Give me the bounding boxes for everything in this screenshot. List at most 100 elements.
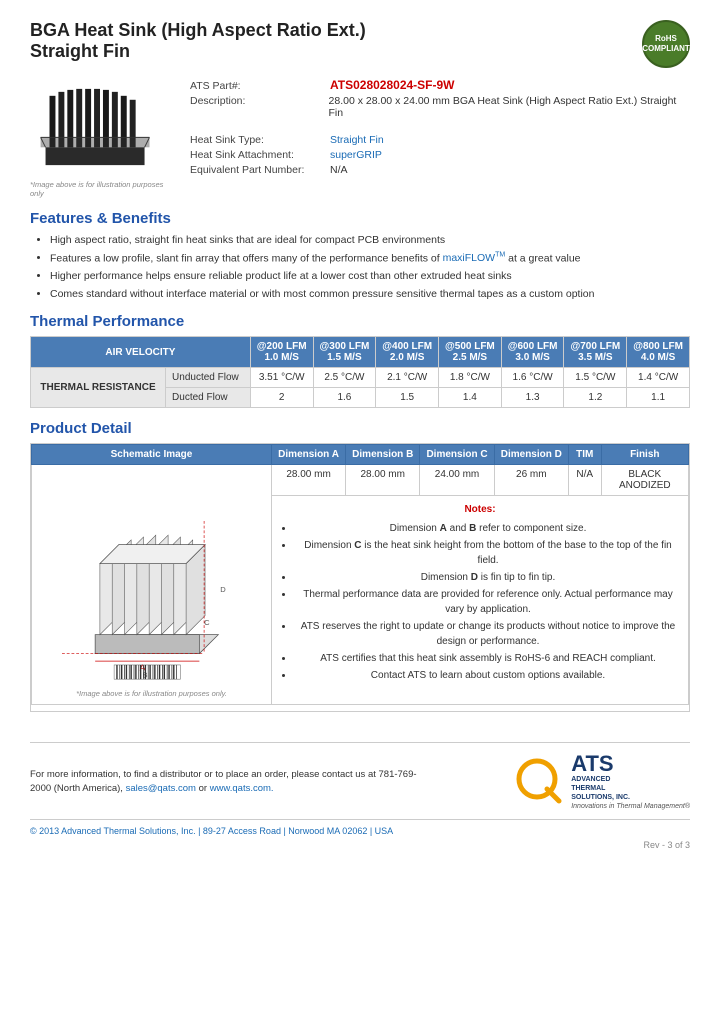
note-7: Contact ATS to learn about custom option… — [294, 668, 682, 683]
detail-header-row: Schematic Image Dimension A Dimension B … — [32, 445, 689, 465]
features-list: High aspect ratio, straight fin heat sin… — [30, 233, 690, 301]
schematic-svg: A D C B — [52, 502, 252, 682]
col-finish: Finish — [601, 445, 688, 465]
dimension-values-row: 28.00 mm 28.00 mm 24.00 mm 26 mm N/A BLA… — [32, 465, 689, 496]
schematic-note: *Image above is for illustration purpose… — [38, 689, 265, 698]
ducted-700: 1.2 — [564, 388, 627, 408]
product-detail-table: Schematic Image Dimension A Dimension B … — [31, 444, 689, 705]
unducted-flow-label: Unducted Flow — [166, 368, 251, 388]
unducted-200: 3.51 °C/W — [250, 368, 313, 388]
col-300lfm: @300 LFM1.5 M/S — [313, 337, 376, 368]
maxiflow-link[interactable]: maxiFLOWTM — [443, 252, 506, 264]
attachment-label: Heat Sink Attachment: — [190, 149, 330, 161]
col-dim-b: Dimension B — [346, 445, 420, 465]
description-label: Description: — [190, 95, 329, 107]
unducted-400: 2.1 °C/W — [376, 368, 439, 388]
description-value: 28.00 x 28.00 x 24.00 mm BGA Heat Sink (… — [329, 95, 690, 119]
heatsink-type-label: Heat Sink Type: — [190, 134, 330, 146]
equiv-part-row: Equivalent Part Number: N/A — [190, 164, 690, 176]
col-400lfm: @400 LFM2.0 M/S — [376, 337, 439, 368]
air-velocity-header: AIR VELOCITY — [31, 337, 251, 368]
note-5: ATS reserves the right to update or chan… — [294, 619, 682, 649]
note-4: Thermal performance data are provided fo… — [294, 587, 682, 617]
thermal-table-header-row: AIR VELOCITY @200 LFM1.0 M/S @300 LFM1.5… — [31, 337, 690, 368]
product-title-line2: Straight Fin — [30, 41, 366, 62]
note-2: Dimension C is the heat sink height from… — [294, 538, 682, 568]
heatsink-type-row: Heat Sink Type: Straight Fin — [190, 134, 690, 146]
ducted-600: 1.3 — [501, 388, 564, 408]
attachment-row: Heat Sink Attachment: superGRIP — [190, 149, 690, 161]
heatsink-type-value: Straight Fin — [330, 134, 384, 146]
feature-item-1: High aspect ratio, straight fin heat sin… — [50, 233, 690, 248]
ats-logo-text: ATS ADVANCEDTHERMALSOLUTIONS, INC. Innov… — [571, 753, 690, 811]
product-title-block: BGA Heat Sink (High Aspect Ratio Ext.) S… — [30, 20, 366, 62]
thermal-performance-title: Thermal Performance — [30, 313, 690, 330]
dim-b-value: 28.00 mm — [346, 465, 420, 496]
schematic-placeholder — [32, 465, 272, 496]
col-dim-a: Dimension A — [272, 445, 346, 465]
thermal-resistance-label: THERMAL RESISTANCE — [31, 368, 166, 408]
dim-d-value: 26 mm — [494, 465, 568, 496]
ats-full-name: ADVANCEDTHERMALSOLUTIONS, INC. — [571, 775, 690, 802]
part-num-value: ATS028028024-SF-9W — [330, 78, 455, 92]
ducted-500: 1.4 — [439, 388, 502, 408]
heatsink-image — [35, 78, 165, 177]
part-num-row: ATS Part#: ATS028028024-SF-9W — [190, 78, 690, 92]
part-num-label: ATS Part#: — [190, 80, 330, 92]
unducted-flow-row: THERMAL RESISTANCE Unducted Flow 3.51 °C… — [31, 368, 690, 388]
footer-copyright: © 2013 Advanced Thermal Solutions, Inc. … — [30, 819, 690, 836]
ducted-flow-label: Ducted Flow — [166, 388, 251, 408]
unducted-700: 1.5 °C/W — [564, 368, 627, 388]
ats-big-text: ATS — [571, 753, 690, 775]
product-info-area: *Image above is for illustration purpose… — [30, 78, 690, 198]
footer-content: For more information, to find a distribu… — [30, 753, 690, 811]
col-700lfm: @700 LFM3.5 M/S — [564, 337, 627, 368]
ducted-200: 2 — [250, 388, 313, 408]
note-6: ATS certifies that this heat sink assemb… — [294, 651, 682, 666]
footer: For more information, to find a distribu… — [30, 742, 690, 850]
feature-item-4: Comes standard without interface materia… — [50, 287, 690, 302]
col-schematic: Schematic Image — [32, 445, 272, 465]
dim-c-value: 24.00 mm — [420, 465, 494, 496]
col-dim-c: Dimension C — [420, 445, 494, 465]
feature-item-3: Higher performance helps ensure reliable… — [50, 269, 690, 284]
dim-a-value: 28.00 mm — [272, 465, 346, 496]
image-note: *Image above is for illustration purpose… — [30, 180, 170, 198]
ducted-400: 1.5 — [376, 388, 439, 408]
rohs-badge: RoHSCOMPLIANT — [642, 20, 690, 68]
schematic-notes-row: A D C B — [32, 496, 689, 705]
finish-value: BLACK ANODIZED — [601, 465, 688, 496]
ats-logo: ATS ADVANCEDTHERMALSOLUTIONS, INC. Innov… — [515, 753, 690, 811]
equiv-part-value: N/A — [330, 164, 348, 176]
product-specs: ATS Part#: ATS028028024-SF-9W Descriptio… — [190, 78, 690, 198]
ducted-800: 1.1 — [627, 388, 690, 408]
footer-email[interactable]: sales@qats.com — [126, 783, 196, 794]
description-row: Description: 28.00 x 28.00 x 24.00 mm BG… — [190, 95, 690, 119]
ats-tagline: Innovations in Thermal Management® — [571, 802, 690, 811]
footer-or-text: or — [199, 783, 210, 794]
svg-text:C: C — [204, 618, 210, 627]
feature-item-2: Features a low profile, slant fin array … — [50, 251, 690, 266]
unducted-800: 1.4 °C/W — [627, 368, 690, 388]
thermal-performance-table: AIR VELOCITY @200 LFM1.0 M/S @300 LFM1.5… — [30, 336, 690, 408]
product-detail-outer: Schematic Image Dimension A Dimension B … — [30, 443, 690, 712]
ats-logo-q-svg — [515, 757, 565, 807]
product-image-box: *Image above is for illustration purpose… — [30, 78, 170, 198]
page-number: Rev - 3 of 3 — [30, 840, 690, 850]
unducted-600: 1.6 °C/W — [501, 368, 564, 388]
col-tim: TIM — [568, 445, 601, 465]
footer-text: For more information, to find a distribu… — [30, 768, 430, 797]
unducted-300: 2.5 °C/W — [313, 368, 376, 388]
ducted-300: 1.6 — [313, 388, 376, 408]
col-500lfm: @500 LFM2.5 M/S — [439, 337, 502, 368]
tim-value: N/A — [568, 465, 601, 496]
notes-title: Notes: — [278, 502, 682, 517]
notes-cell: Notes: Dimension A and B refer to compon… — [272, 496, 689, 705]
footer-website[interactable]: www.qats.com. — [210, 783, 274, 794]
col-200lfm: @200 LFM1.0 M/S — [250, 337, 313, 368]
col-800lfm: @800 LFM4.0 M/S — [627, 337, 690, 368]
attachment-value: superGRIP — [330, 149, 382, 161]
page-header: BGA Heat Sink (High Aspect Ratio Ext.) S… — [30, 20, 690, 68]
note-3: Dimension D is fin tip to fin tip. — [294, 570, 682, 585]
features-section-title: Features & Benefits — [30, 210, 690, 227]
